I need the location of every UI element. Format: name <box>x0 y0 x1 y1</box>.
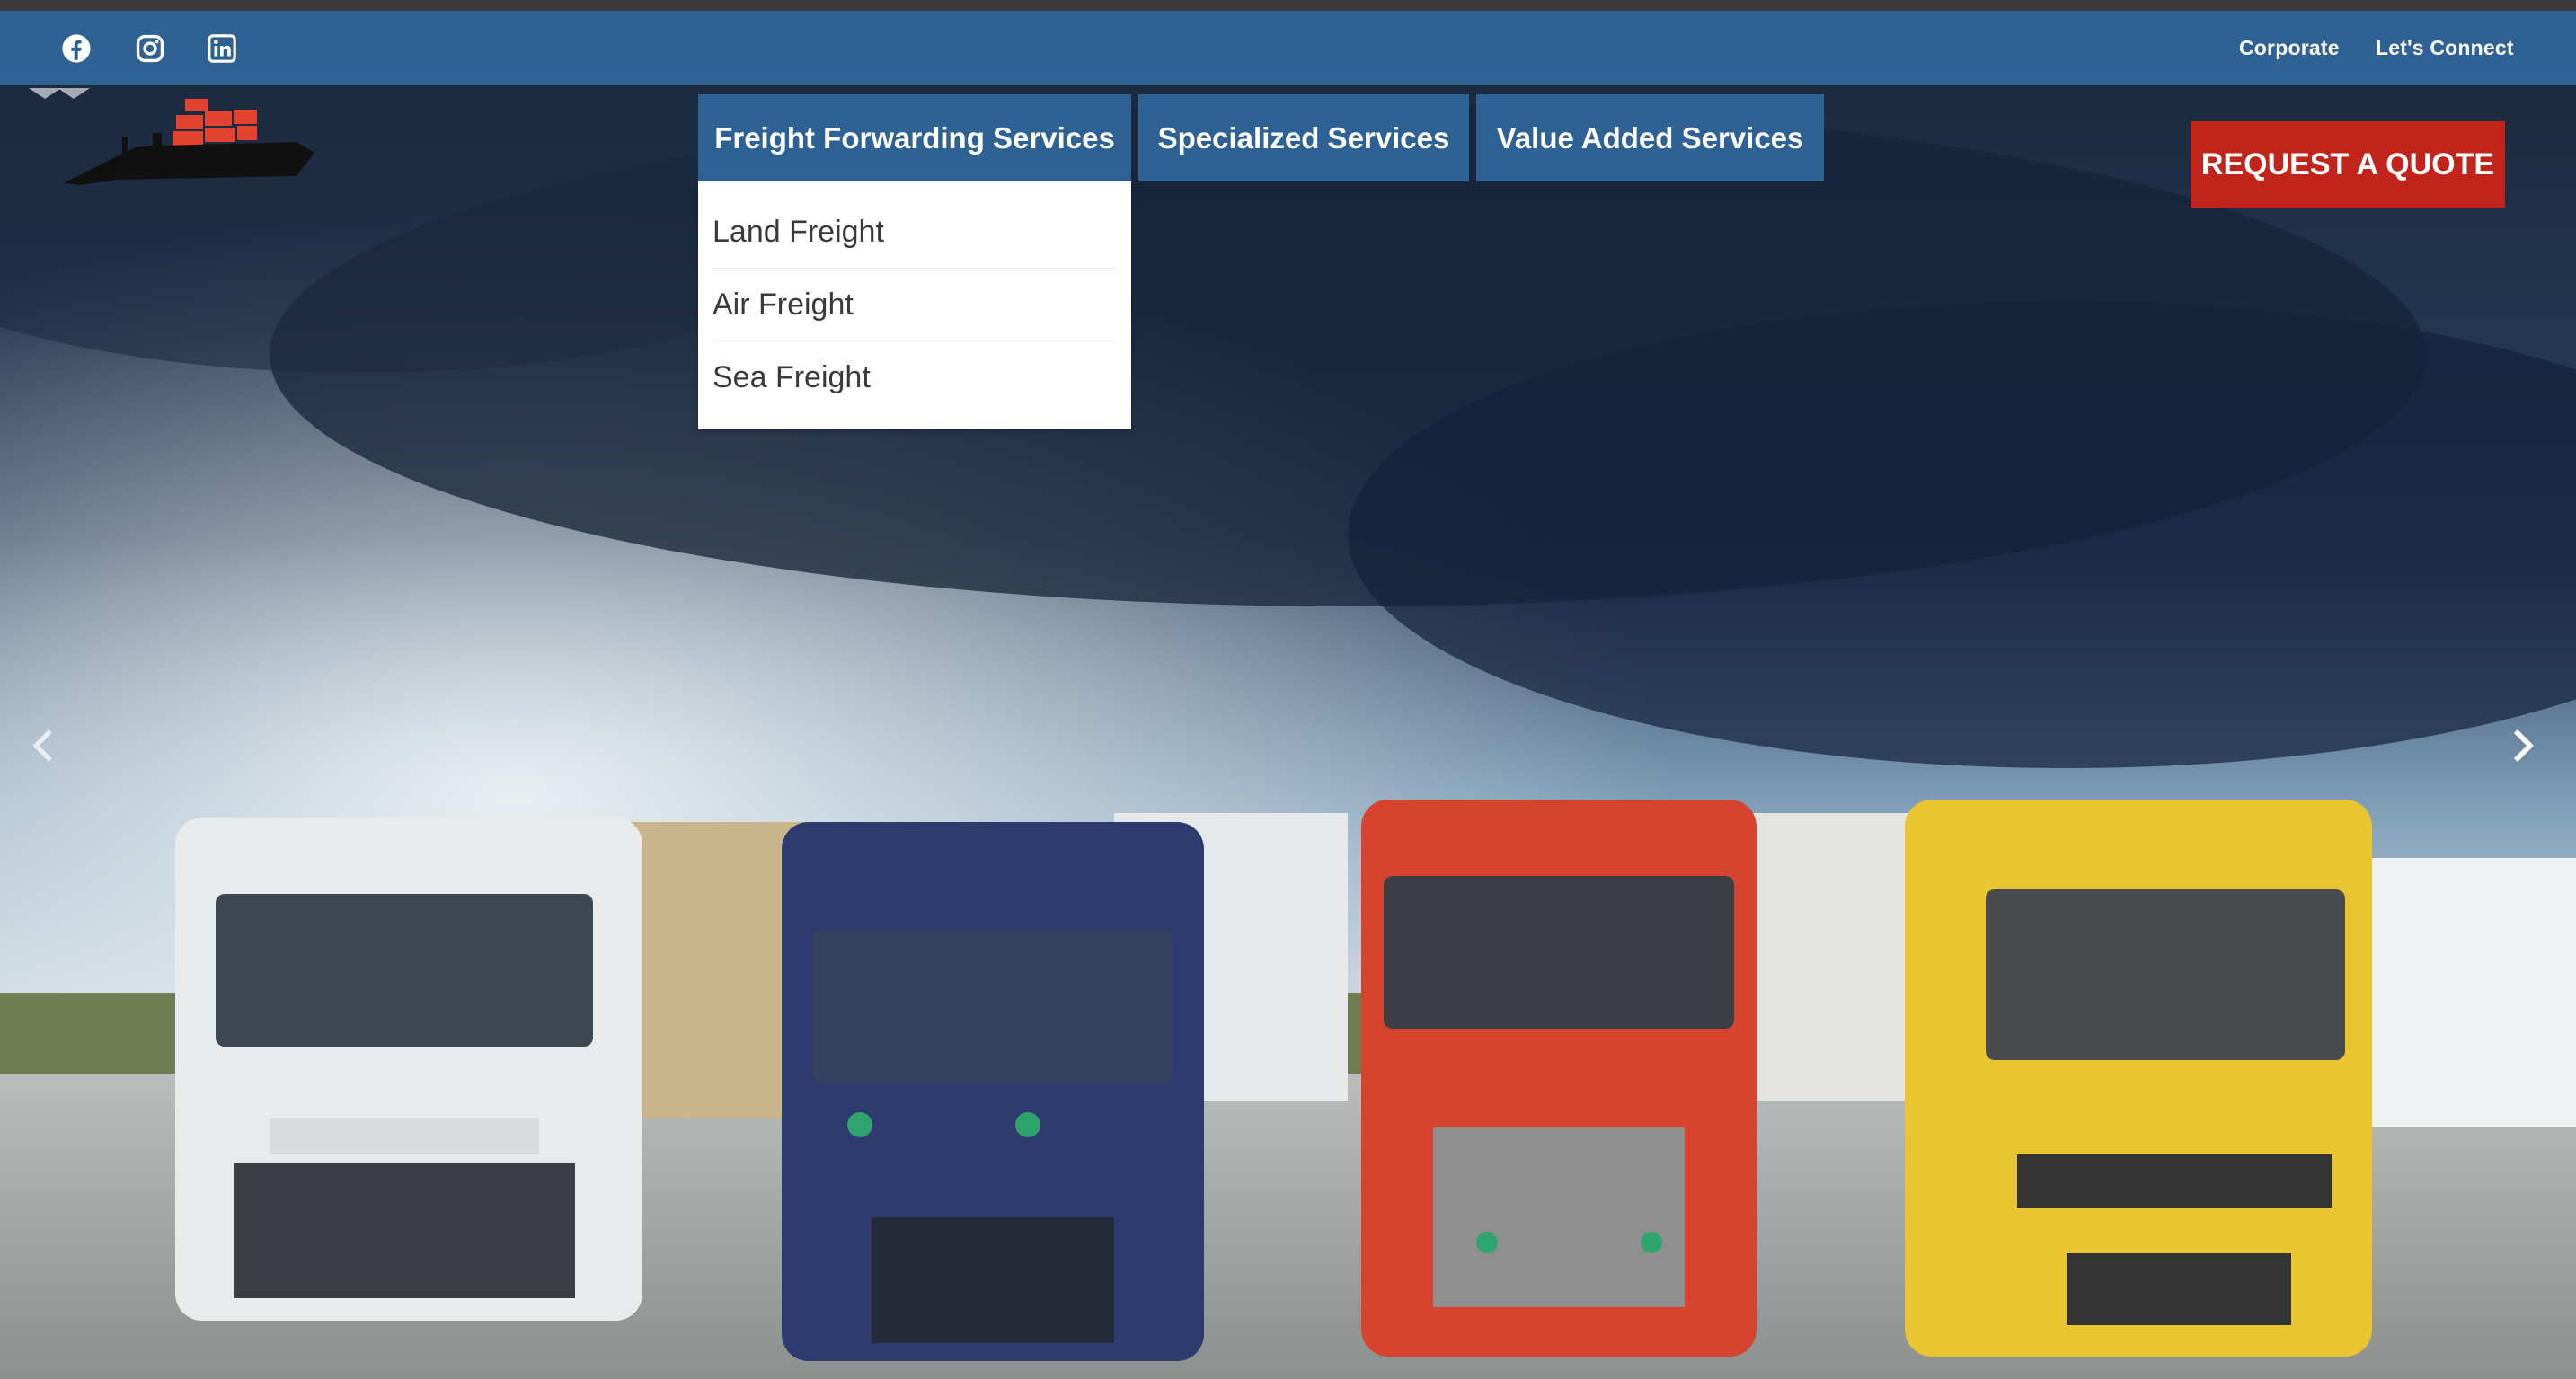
freight-forwarding-dropdown: Land Freight Air Freight Sea Freight <box>698 181 1131 429</box>
trucks-photo <box>0 85 2576 1379</box>
top-bar: Corporate Let's Connect <box>0 11 2576 85</box>
browser-chrome-strip <box>0 0 2576 11</box>
corporate-link[interactable]: Corporate <box>2239 11 2340 85</box>
chevron-right-icon <box>2510 728 2536 764</box>
nav-value-added-services[interactable]: Value Added Services <box>1476 94 1824 181</box>
instagram-link[interactable] <box>135 11 165 85</box>
chevron-left-icon <box>31 728 56 764</box>
nav-specialized-services[interactable]: Specialized Services <box>1138 94 1469 181</box>
carousel-next-button[interactable] <box>2496 719 2550 773</box>
dropdown-item-land-freight[interactable]: Land Freight <box>713 196 1117 269</box>
request-quote-button[interactable]: REQUEST A QUOTE <box>2191 121 2505 208</box>
linkedin-icon <box>207 33 237 64</box>
company-logo[interactable] <box>27 79 323 196</box>
facebook-icon <box>61 33 92 64</box>
facebook-link[interactable] <box>61 11 92 85</box>
dropdown-item-sea-freight[interactable]: Sea Freight <box>713 341 1117 413</box>
instagram-icon <box>135 33 165 64</box>
lets-connect-link[interactable]: Let's Connect <box>2376 11 2514 85</box>
carousel-prev-button[interactable] <box>16 719 70 773</box>
nav-freight-forwarding[interactable]: Freight Forwarding Services <box>698 94 1131 181</box>
dropdown-item-air-freight[interactable]: Air Freight <box>713 269 1117 341</box>
linkedin-link[interactable] <box>207 11 237 85</box>
hero-carousel-slide <box>0 85 2576 1379</box>
